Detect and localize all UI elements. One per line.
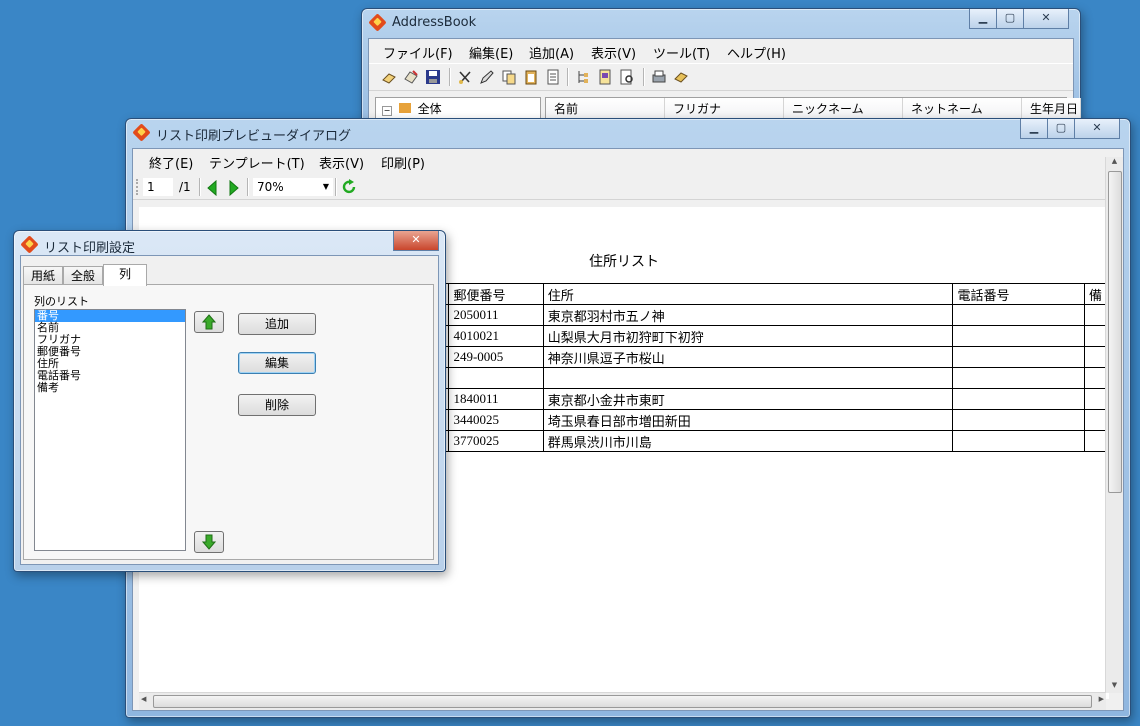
- close-button[interactable]: ✕: [1074, 119, 1120, 139]
- toolbar-separator: [199, 178, 201, 196]
- dialog-title: リスト印刷設定: [44, 241, 136, 256]
- scroll-right-icon[interactable]: ▶: [1099, 695, 1104, 703]
- save-icon[interactable]: [425, 69, 441, 85]
- column-header-nickname[interactable]: ニックネーム: [784, 98, 903, 120]
- toolbar-separator: [335, 178, 337, 196]
- zoom-value: 70%: [257, 180, 284, 194]
- scrollbar-thumb[interactable]: [153, 695, 1092, 708]
- cut-icon[interactable]: [457, 69, 473, 85]
- table-header-postal: 郵便番号: [448, 283, 544, 305]
- previous-page-icon[interactable]: [206, 180, 218, 196]
- close-button[interactable]: ✕: [1023, 9, 1069, 29]
- address-book-icon: [398, 103, 411, 113]
- edit-book-icon[interactable]: [403, 69, 419, 85]
- preview-titlebar[interactable]: リスト印刷プレビューダイアログ ▁ ▢ ✕: [126, 119, 1130, 147]
- add-button[interactable]: 追加: [238, 313, 316, 335]
- column-header-name[interactable]: 名前: [546, 98, 665, 120]
- column-listbox[interactable]: 番号 名前 フリガナ 郵便番号 住所 電話番号 備考: [34, 309, 186, 551]
- arrow-up-icon: [201, 314, 217, 330]
- tree-node-all[interactable]: − 全体: [382, 100, 442, 117]
- close-button[interactable]: ✕: [393, 231, 439, 251]
- vertical-scrollbar[interactable]: ▲ ▼: [1105, 157, 1123, 693]
- zoom-select[interactable]: 70% ▼: [253, 178, 333, 196]
- main-toolbar: [369, 63, 1073, 91]
- addressbook-titlebar[interactable]: AddressBook ▁ ▢ ✕: [362, 9, 1080, 37]
- maximize-button[interactable]: ▢: [996, 9, 1024, 29]
- tree-expander-icon[interactable]: −: [382, 106, 392, 116]
- document-icon[interactable]: [545, 69, 561, 85]
- tree-label: 全体: [417, 102, 442, 116]
- menu-tools[interactable]: ツール(T): [653, 43, 710, 62]
- toolbar-separator: [449, 68, 451, 86]
- horizontal-scrollbar[interactable]: ◀ ▶: [139, 692, 1106, 710]
- page-total: /1: [179, 180, 191, 194]
- move-down-button[interactable]: [194, 531, 224, 553]
- toolbar-separator: [643, 68, 645, 86]
- delete-button[interactable]: 削除: [238, 394, 316, 416]
- preview-menubar: 終了(E) テンプレート(T) 表示(V) 印刷(P): [133, 149, 1123, 173]
- menu-print[interactable]: 印刷(P): [381, 153, 425, 172]
- table-header-address: 住所: [542, 283, 954, 305]
- tree-icon[interactable]: [575, 69, 591, 85]
- table-header-notes: 備: [1083, 283, 1108, 305]
- print-settings-dialog: リスト印刷設定 ✕ 用紙 全般 列 列のリスト 番号 名前 フリガナ 郵便番号 …: [13, 230, 446, 572]
- column-header-netname[interactable]: ネットネーム: [903, 98, 1022, 120]
- column-header-furigana[interactable]: フリガナ: [665, 98, 784, 120]
- scrollbar-thumb[interactable]: [1108, 171, 1122, 493]
- columns-tab-panel: 列のリスト 番号 名前 フリガナ 郵便番号 住所 電話番号 備考 追加 編集 削…: [23, 284, 434, 560]
- dialog-client: 用紙 全般 列 列のリスト 番号 名前 フリガナ 郵便番号 住所 電話番号 備考…: [20, 255, 439, 565]
- address-book-icon[interactable]: [673, 69, 689, 85]
- next-page-icon[interactable]: [228, 180, 240, 196]
- minimize-button[interactable]: ▁: [969, 9, 997, 29]
- menu-template[interactable]: テンプレート(T): [209, 153, 305, 172]
- tab-paper[interactable]: 用紙: [23, 266, 63, 285]
- arrow-down-icon: [201, 534, 217, 550]
- print-icon[interactable]: [651, 69, 667, 85]
- menu-file[interactable]: ファイル(F): [383, 43, 453, 62]
- scroll-left-icon[interactable]: ◀: [141, 695, 146, 703]
- pen-icon[interactable]: [479, 69, 495, 85]
- toolbar-grip: [136, 179, 140, 195]
- paste-icon[interactable]: [523, 69, 539, 85]
- menu-edit[interactable]: 編集(E): [469, 43, 513, 62]
- maximize-button[interactable]: ▢: [1047, 119, 1075, 139]
- window-title: AddressBook: [392, 15, 477, 30]
- main-menubar: ファイル(F) 編集(E) 追加(A) 表示(V) ツール(T) ヘルプ(H): [369, 39, 1073, 63]
- menu-view[interactable]: 表示(V): [319, 153, 364, 172]
- window-title: リスト印刷プレビューダイアログ: [156, 129, 352, 144]
- toolbar-separator: [247, 178, 249, 196]
- scroll-down-icon[interactable]: ▼: [1106, 681, 1123, 693]
- menu-view[interactable]: 表示(V): [591, 43, 636, 62]
- column-list-label: 列のリスト: [34, 295, 89, 308]
- app-icon: [368, 13, 387, 32]
- tab-columns[interactable]: 列: [103, 264, 147, 286]
- card-icon[interactable]: [597, 69, 613, 85]
- minimize-button[interactable]: ▁: [1020, 119, 1048, 139]
- menu-add[interactable]: 追加(A): [529, 43, 574, 62]
- column-header-birthday[interactable]: 生年月日: [1022, 98, 1081, 120]
- app-icon: [132, 123, 151, 142]
- tab-general[interactable]: 全般: [63, 266, 103, 285]
- refresh-icon[interactable]: [341, 179, 357, 195]
- chevron-down-icon[interactable]: ▼: [323, 178, 329, 196]
- open-book-icon[interactable]: [381, 69, 397, 85]
- app-icon: [20, 235, 39, 254]
- menu-exit[interactable]: 終了(E): [149, 153, 193, 172]
- page-number-input[interactable]: 1: [143, 178, 173, 196]
- preview-toolbar: 1 /1 70% ▼: [133, 175, 1123, 200]
- menu-help[interactable]: ヘルプ(H): [727, 43, 786, 62]
- copy-icon[interactable]: [501, 69, 517, 85]
- edit-button[interactable]: 編集: [238, 352, 316, 374]
- scroll-up-icon[interactable]: ▲: [1106, 157, 1123, 169]
- table-header-phone: 電話番号: [952, 283, 1085, 305]
- toolbar-separator: [567, 68, 569, 86]
- search-doc-icon[interactable]: [619, 69, 635, 85]
- move-up-button[interactable]: [194, 311, 224, 333]
- list-item[interactable]: 備考: [35, 382, 185, 394]
